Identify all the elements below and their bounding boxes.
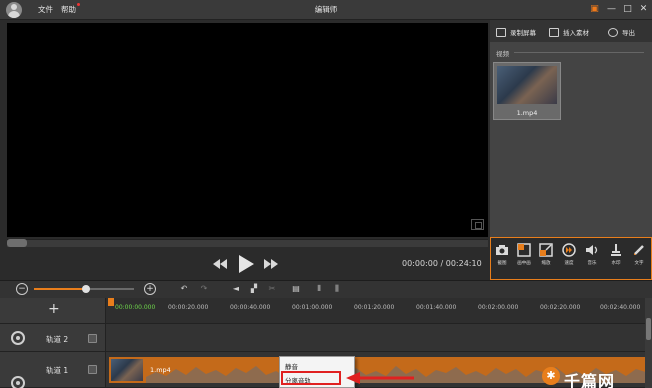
- track-label: 轨道 1: [46, 366, 69, 375]
- media-thumbnail[interactable]: [497, 66, 557, 104]
- insert-media-icon: [549, 27, 559, 37]
- timeline-scrollbar[interactable]: [645, 298, 652, 388]
- zoom-in-button[interactable]: +: [144, 283, 156, 295]
- clip-name: 1.mp4: [150, 366, 171, 374]
- media-name: 1.mp4: [516, 109, 538, 117]
- watermark-logo-icon: ✱: [542, 367, 560, 385]
- zoom-expand-icon: [539, 243, 553, 257]
- tab-export[interactable]: 导出: [608, 22, 635, 42]
- ruler-tick: 00:02:00.000: [478, 304, 519, 311]
- mute-icon[interactable]: ◄: [230, 283, 242, 295]
- section-divider: [514, 52, 644, 53]
- ruler-tick: 00:00:40.000: [230, 304, 271, 311]
- title-bar: [0, 0, 652, 20]
- camera-icon: [496, 245, 508, 255]
- tool-music[interactable]: 音乐: [582, 243, 602, 273]
- film-reel-icon: [11, 376, 25, 388]
- export-film-reel-icon: [608, 27, 618, 37]
- film-reel-icon: [11, 331, 25, 345]
- redo-icon[interactable]: ↷: [198, 283, 210, 295]
- tab-record-screen[interactable]: 录制屏幕: [496, 22, 536, 42]
- progress-handle[interactable]: [7, 239, 27, 247]
- menu-item-mute[interactable]: 静音: [285, 361, 298, 371]
- tool-speed[interactable]: 速度: [559, 243, 579, 273]
- skin-icon[interactable]: ▣: [588, 3, 601, 16]
- ruler-tick: 00:01:00.000: [292, 304, 333, 311]
- add-track-button[interactable]: +: [48, 301, 60, 317]
- preview-progress-bar[interactable]: [7, 239, 488, 247]
- watermark-text: 千篇网: [564, 372, 616, 388]
- ruler-tick: 00:00:20.000: [168, 304, 209, 311]
- current-time: 00:00:00: [402, 259, 438, 268]
- clip-thumbnail: [111, 359, 143, 381]
- track-label: 轨道 2: [46, 335, 69, 344]
- play-icon[interactable]: [237, 254, 255, 274]
- user-avatar-icon[interactable]: [6, 2, 22, 18]
- maximize-button[interactable]: □: [621, 3, 634, 16]
- menu-file[interactable]: 文件: [38, 4, 53, 15]
- video-preview[interactable]: [7, 23, 488, 237]
- close-button[interactable]: ✕: [637, 3, 650, 16]
- ruler-tick: 00:00:00.000: [115, 304, 156, 311]
- zoom-out-button[interactable]: −: [16, 283, 28, 295]
- minimize-button[interactable]: —: [605, 3, 618, 16]
- cut-icon[interactable]: ✂: [266, 283, 278, 295]
- tool-zoom[interactable]: 缩放: [536, 243, 556, 273]
- speaker-icon: [586, 245, 598, 255]
- split-icon[interactable]: ⫴: [313, 283, 325, 295]
- crop-icon[interactable]: ▞: [248, 283, 260, 295]
- tool-watermark[interactable]: 水印: [606, 243, 626, 273]
- tool-screenshot[interactable]: 截图: [492, 243, 512, 273]
- total-time: 00:24:10: [445, 259, 482, 268]
- timeline-ruler[interactable]: [106, 298, 652, 324]
- ruler-tick: 00:01:20.000: [354, 304, 395, 311]
- time-display: 00:00:00 / 00:24:10: [402, 259, 482, 268]
- section-label: 视频: [496, 50, 509, 58]
- tool-picture-in-picture[interactable]: 画中画: [514, 243, 534, 273]
- ruler-tick: 00:02:40.000: [600, 304, 641, 311]
- ruler-tick: 00:01:40.000: [416, 304, 457, 311]
- zoom-slider-knob[interactable]: [82, 285, 90, 293]
- record-screen-icon: [496, 27, 506, 37]
- rewind-icon[interactable]: [212, 256, 228, 272]
- audio-levels-icon[interactable]: ⫼: [331, 283, 343, 295]
- speed-icon: [562, 243, 576, 257]
- menu-help[interactable]: 帮助: [61, 4, 76, 15]
- picture-in-picture-icon: [517, 243, 531, 257]
- notification-dot-icon: [77, 3, 80, 6]
- time-separator: /: [440, 259, 444, 268]
- lock-icon[interactable]: [88, 334, 97, 343]
- tab-insert-media[interactable]: 插入素材: [549, 22, 589, 42]
- playhead[interactable]: [108, 298, 114, 306]
- scrollbar-thumb[interactable]: [646, 318, 651, 340]
- tool-text[interactable]: 文字: [629, 243, 649, 273]
- zoom-slider-fill: [34, 288, 86, 290]
- annotation-arrow-icon: [346, 372, 414, 384]
- stamp-icon: [611, 244, 621, 256]
- pen-text-icon: [634, 245, 644, 255]
- ruler-tick: 00:02:20.000: [540, 304, 581, 311]
- highlight-box: [281, 371, 341, 385]
- delete-icon[interactable]: ▤: [290, 283, 302, 295]
- lock-icon[interactable]: [88, 365, 97, 374]
- fullscreen-icon[interactable]: [471, 219, 484, 230]
- fast-forward-icon[interactable]: [263, 256, 279, 272]
- undo-icon[interactable]: ↶: [178, 283, 190, 295]
- track-row-2[interactable]: [106, 324, 652, 352]
